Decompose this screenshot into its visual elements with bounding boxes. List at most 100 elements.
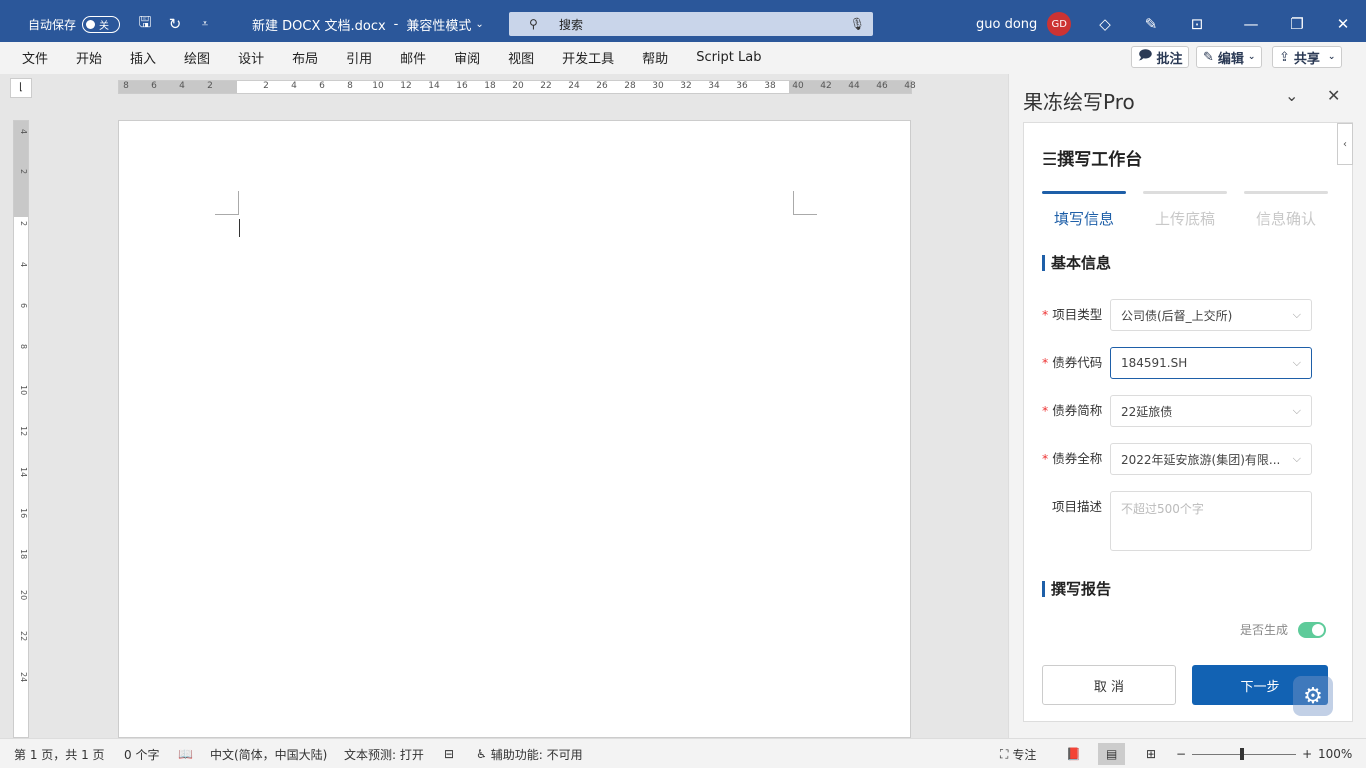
avatar[interactable]: GD bbox=[1047, 12, 1072, 36]
zoom-level[interactable]: 100% bbox=[1318, 743, 1352, 765]
tab-developer[interactable]: 开发工具 bbox=[548, 48, 628, 67]
field-project-type: * 项目类型 公司债(后督_上交所) ⌵ bbox=[1042, 299, 1330, 331]
search-icon: ⚲ bbox=[529, 17, 538, 31]
zoom-control[interactable]: − + bbox=[1176, 743, 1312, 765]
field-bond-short: * 债券简称 22延旅债 ⌵ bbox=[1042, 395, 1330, 427]
close-icon[interactable]: ✕ bbox=[1320, 15, 1366, 33]
document-area: ⌊ 8 6 4 2 2 4 6 8 10 12 14 16 18 20 22 24 26 28 30 32 34 36 38… bbox=[0, 74, 1008, 738]
bond-full-select[interactable]: 2022年延安旅游(集团)有限... ⌵ bbox=[1110, 443, 1312, 475]
steps: 填写信息 上传底稿 信息确认 bbox=[1042, 191, 1328, 229]
tab-view[interactable]: 视图 bbox=[494, 48, 548, 67]
tab-help[interactable]: 帮助 bbox=[628, 48, 682, 67]
generate-switch[interactable] bbox=[1298, 621, 1326, 638]
accessibility[interactable]: ♿ 辅助功能: 不可用 bbox=[476, 743, 583, 765]
share-icon: ⇪ bbox=[1279, 49, 1290, 65]
ruler-number: 4 bbox=[19, 262, 28, 268]
vertical-ruler[interactable]: 4 2 2 4 6 8 10 12 14 16 18 20 22 24 bbox=[13, 120, 29, 738]
collapse-icon[interactable]: ‹ bbox=[1337, 123, 1353, 165]
ribbon-display-icon[interactable]: ⊡ bbox=[1182, 15, 1212, 33]
ruler-number: 30 bbox=[652, 81, 664, 91]
close-icon[interactable]: ✕ bbox=[1327, 86, 1340, 105]
generate-label: 是否生成 bbox=[1239, 623, 1288, 637]
autosave-state: 关 bbox=[99, 20, 110, 32]
tab-file[interactable]: 文件 bbox=[8, 48, 62, 67]
list-icon: ☰ bbox=[1042, 150, 1058, 170]
tab-review[interactable]: 审阅 bbox=[440, 48, 494, 67]
tab-references[interactable]: 引用 bbox=[332, 48, 386, 67]
chevron-down-icon[interactable]: ⌄ bbox=[1285, 86, 1298, 105]
title-bar: 自动保存 关 🖫 ↻ ⩡ 新建 DOCX 文档.docx - 兼容性模式 ⌄ ⚲… bbox=[0, 0, 1366, 48]
tab-design[interactable]: 设计 bbox=[224, 48, 278, 67]
macro-icon[interactable]: ⊟ bbox=[444, 743, 454, 765]
minimize-icon[interactable]: — bbox=[1228, 15, 1274, 33]
step-upload[interactable]: 上传底稿 bbox=[1143, 191, 1227, 229]
title-separator: - bbox=[393, 16, 399, 32]
ruler-number: 2 bbox=[19, 169, 28, 175]
pencil-icon: ✎ bbox=[1203, 49, 1214, 65]
zoom-out-icon[interactable]: − bbox=[1176, 747, 1186, 761]
chevron-down-icon: ⌵ bbox=[1292, 308, 1301, 321]
ruler-number: 2 bbox=[19, 221, 28, 227]
ruler-number: 42 bbox=[820, 81, 832, 91]
ruler-number: 16 bbox=[19, 508, 28, 519]
tab-selector[interactable]: ⌊ bbox=[10, 78, 32, 98]
generate-toggle-row: 是否生成 bbox=[1240, 621, 1326, 638]
ruler-number: 24 bbox=[568, 81, 580, 91]
horizontal-ruler[interactable]: 8 6 4 2 2 4 6 8 10 12 14 16 18 20 22 24 26 28 30 32 34 36 38 40… bbox=[118, 80, 916, 94]
ruler-number: 12 bbox=[400, 81, 412, 91]
tab-layout[interactable]: 布局 bbox=[278, 48, 332, 67]
accessibility-icon: ♿ bbox=[476, 747, 487, 761]
web-layout-icon[interactable]: ⊞ bbox=[1146, 743, 1156, 765]
tab-mailings[interactable]: 邮件 bbox=[386, 48, 440, 67]
project-type-select[interactable]: 公司债(后督_上交所) ⌵ bbox=[1110, 299, 1312, 331]
language[interactable]: 中文(简体，中国大陆) bbox=[210, 743, 327, 765]
ruler-number: 2 bbox=[263, 81, 269, 91]
page-count[interactable]: 第 1 页，共 1 页 bbox=[14, 743, 105, 765]
tab-draw[interactable]: 绘图 bbox=[170, 48, 224, 67]
ruler-number: 38 bbox=[764, 81, 776, 91]
diamond-icon[interactable]: ◇ bbox=[1090, 15, 1120, 33]
redo-icon[interactable]: ↻ bbox=[160, 15, 190, 33]
edit-button[interactable]: ✎ 编辑 ⌄ bbox=[1196, 46, 1263, 68]
pen-icon[interactable]: ✎ bbox=[1136, 15, 1166, 33]
compat-mode: 兼容性模式 bbox=[406, 18, 472, 34]
zoom-in-icon[interactable]: + bbox=[1302, 747, 1312, 761]
save-icon[interactable]: 🖫 bbox=[130, 12, 160, 37]
step-confirm[interactable]: 信息确认 bbox=[1244, 191, 1328, 229]
bond-code-input[interactable]: 184591.SH ⌵ bbox=[1110, 347, 1312, 379]
window-controls: — ❐ ✕ bbox=[1228, 0, 1366, 48]
customize-qat-icon[interactable]: ⩡ bbox=[190, 17, 220, 31]
restore-icon[interactable]: ❐ bbox=[1274, 15, 1320, 33]
settings-gear-icon[interactable]: ⚙ bbox=[1293, 676, 1333, 716]
focus-mode[interactable]: ⛶ 专注 bbox=[1000, 743, 1036, 765]
word-count[interactable]: 0 个字 bbox=[124, 743, 159, 765]
document-page[interactable] bbox=[118, 120, 911, 738]
tab-insert[interactable]: 插入 bbox=[116, 48, 170, 67]
search-box[interactable]: ⚲ 搜索 🎙 bbox=[509, 12, 873, 36]
read-mode-icon[interactable]: 📕 bbox=[1066, 743, 1081, 765]
cancel-button[interactable]: 取 消 bbox=[1042, 665, 1176, 705]
share-button[interactable]: ⇪ 共享 ⌄ bbox=[1272, 46, 1343, 68]
step-fill-info[interactable]: 填写信息 bbox=[1042, 191, 1126, 229]
document-title[interactable]: 新建 DOCX 文档.docx - 兼容性模式 ⌄ bbox=[252, 0, 484, 48]
comment-button[interactable]: 🗩 批注 bbox=[1131, 46, 1190, 68]
zoom-slider[interactable] bbox=[1192, 747, 1297, 760]
autosave-toggle[interactable]: 关 bbox=[82, 15, 121, 33]
search-placeholder: 搜索 bbox=[559, 17, 584, 32]
tab-home[interactable]: 开始 bbox=[62, 48, 116, 67]
print-layout-icon[interactable]: ▤ bbox=[1098, 743, 1126, 765]
ruler-number: 12 bbox=[19, 426, 28, 437]
section-basic: 基本信息 bbox=[1042, 255, 1111, 271]
text-cursor bbox=[239, 219, 240, 237]
description-textarea[interactable]: 不超过500个字 bbox=[1110, 491, 1312, 551]
tab-script-lab[interactable]: Script Lab bbox=[682, 50, 775, 65]
bond-short-select[interactable]: 22延旅债 ⌵ bbox=[1110, 395, 1312, 427]
microphone-icon[interactable]: 🎙 bbox=[850, 17, 865, 31]
ruler-number: 6 bbox=[151, 81, 157, 91]
proofing-icon[interactable]: 📖 bbox=[178, 743, 193, 765]
user-account[interactable]: guo dong GD bbox=[976, 0, 1072, 48]
text-predictions[interactable]: 文本预测: 打开 bbox=[344, 743, 424, 765]
ruler-number: 10 bbox=[19, 385, 28, 396]
field-description: 项目描述 不超过500个字 bbox=[1042, 491, 1330, 551]
pane-title: 果冻绘写Pro bbox=[1023, 90, 1135, 114]
